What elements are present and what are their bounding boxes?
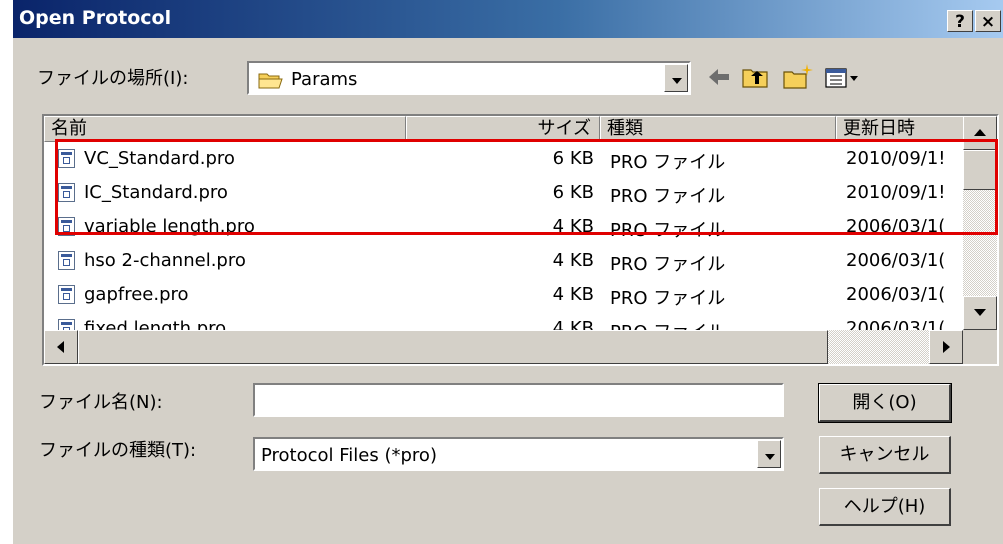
file-row[interactable]: VC_Standard.pro 6 KB PRO ファイル 2010/09/1!: [44, 142, 959, 176]
file-row[interactable]: gapfree.pro 4 KB PRO ファイル 2006/03/1(: [44, 278, 959, 312]
close-title-button[interactable]: ×: [975, 10, 1001, 32]
new-folder-icon[interactable]: [781, 62, 815, 92]
column-header-name[interactable]: 名前: [44, 116, 406, 142]
file-type: PRO ファイル: [610, 254, 726, 275]
file-name: gapfree.pro: [84, 284, 189, 305]
file-name: hso 2-channel.pro: [84, 250, 246, 271]
file-row[interactable]: variable length.pro 4 KB PRO ファイル 2006/0…: [44, 210, 959, 244]
file-size: 6 KB: [552, 182, 594, 203]
filetype-value: Protocol Files (*pro): [261, 445, 437, 466]
file-size: 4 KB: [552, 250, 594, 271]
file-name: VC_Standard.pro: [84, 148, 235, 169]
protocol-file-icon: [58, 217, 75, 236]
file-size: 6 KB: [552, 148, 594, 169]
protocol-file-icon: [58, 149, 75, 168]
protocol-file-icon: [58, 285, 75, 304]
file-date: 2010/09/1!: [846, 148, 946, 169]
file-type: PRO ファイル: [610, 288, 726, 309]
scroll-right-button[interactable]: [929, 330, 963, 364]
file-type: PRO ファイル: [610, 186, 726, 207]
file-date: 2006/03/1(: [846, 250, 946, 271]
file-name: variable length.pro: [84, 216, 255, 237]
look-in-combo[interactable]: Params: [247, 61, 691, 95]
column-header-type[interactable]: 種類: [600, 116, 836, 142]
dialog-title: Open Protocol: [19, 7, 172, 29]
filetype-dropdown-button[interactable]: [757, 440, 781, 468]
scroll-up-button[interactable]: [963, 116, 997, 150]
horizontal-scroll-thumb[interactable]: [78, 330, 828, 364]
file-row[interactable]: IC_Standard.pro 6 KB PRO ファイル 2010/09/1!: [44, 176, 959, 210]
look-in-dropdown-button[interactable]: [664, 64, 688, 92]
up-folder-icon[interactable]: [740, 62, 772, 92]
protocol-file-icon: [58, 251, 75, 270]
file-size: 4 KB: [552, 284, 594, 305]
filetype-label: ファイルの種類(T):: [39, 440, 197, 461]
help-button[interactable]: ヘルプ(H): [819, 488, 951, 526]
file-name: IC_Standard.pro: [84, 182, 228, 203]
vertical-scrollbar[interactable]: [963, 116, 997, 330]
horizontal-scrollbar[interactable]: [44, 330, 997, 364]
column-header-date[interactable]: 更新日時: [836, 116, 967, 142]
back-arrow-icon[interactable]: [705, 62, 733, 92]
column-header-size[interactable]: サイズ: [406, 116, 600, 142]
scroll-down-button[interactable]: [963, 296, 997, 330]
help-title-button[interactable]: ?: [947, 10, 973, 32]
file-date: 2006/03/1(: [846, 284, 946, 305]
scrollbar-corner: [963, 330, 997, 364]
open-button[interactable]: 開く(O): [818, 383, 952, 423]
file-type: PRO ファイル: [610, 220, 726, 241]
folder-icon: [258, 73, 283, 89]
filename-label: ファイル名(N):: [39, 392, 163, 413]
open-protocol-dialog: Open Protocol ? × ファイルの場所(I): Params 名前 …: [13, 0, 1003, 544]
file-row[interactable]: hso 2-channel.pro 4 KB PRO ファイル 2006/03/…: [44, 244, 959, 278]
protocol-file-icon: [58, 183, 75, 202]
file-date: 2010/09/1!: [846, 182, 946, 203]
scroll-left-button[interactable]: [44, 330, 78, 364]
view-menu-icon[interactable]: [823, 62, 863, 92]
file-size: 4 KB: [552, 216, 594, 237]
look-in-value: Params: [291, 69, 358, 90]
filetype-combo[interactable]: Protocol Files (*pro): [253, 437, 784, 471]
look-in-label: ファイルの場所(I):: [37, 68, 189, 89]
vertical-scroll-thumb[interactable]: [963, 150, 997, 190]
file-list[interactable]: 名前 サイズ 種類 更新日時 VC_Standard.pro 6 KB PRO …: [42, 114, 999, 366]
cancel-button[interactable]: キャンセル: [819, 436, 951, 474]
filename-input[interactable]: [253, 383, 784, 417]
file-date: 2006/03/1(: [846, 216, 946, 237]
file-type: PRO ファイル: [610, 152, 726, 173]
title-bar[interactable]: Open Protocol ? ×: [13, 0, 1003, 38]
